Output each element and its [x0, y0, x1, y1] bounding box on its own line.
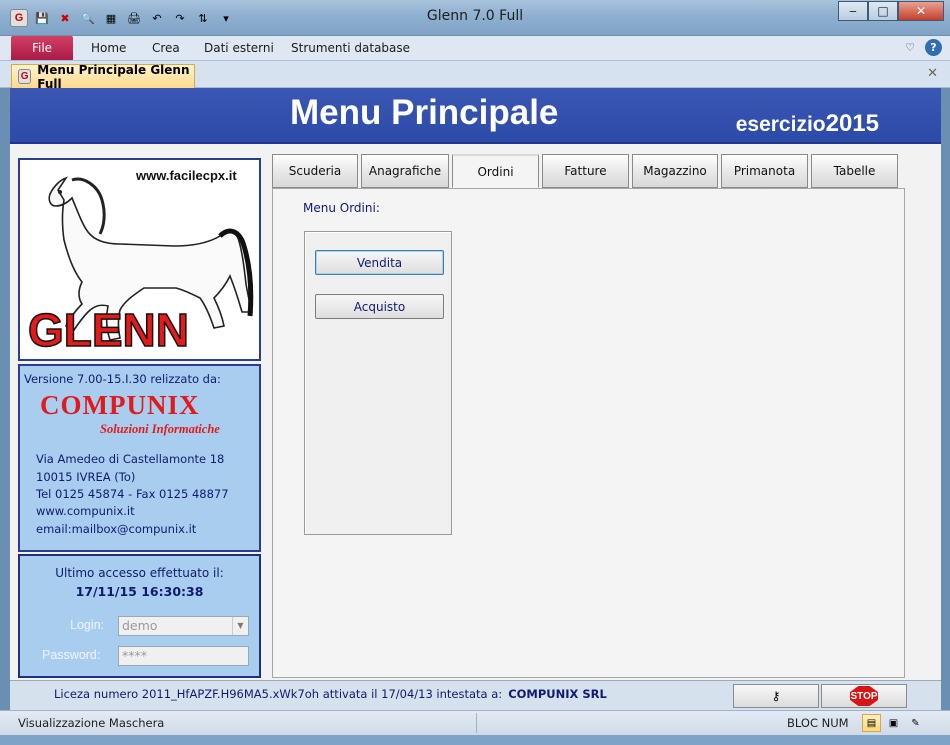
minimize-button[interactable]: ‒ — [838, 1, 868, 21]
document-tab[interactable]: G Menu Principale Glenn Full — [11, 62, 195, 91]
login-panel: Ultimo accesso effettuato il: 17/11/15 1… — [18, 554, 261, 678]
stop-button[interactable]: STOP — [821, 684, 907, 708]
licensee-name: COMPUNIX SRL — [508, 687, 607, 701]
license-footer: Liceza numero 2011_HfAPZF.H96MA5.xWk7oh … — [10, 680, 941, 710]
document-tab-strip: G Menu Principale Glenn Full ✕ — [0, 61, 950, 91]
tab-primanota[interactable]: Primanota — [721, 154, 808, 188]
tab-strumenti-database[interactable]: Strumenti database — [291, 41, 410, 55]
glenn-logo: www.facilecpx.it GLENN — [18, 158, 261, 361]
company-name: COMPUNIX — [40, 390, 200, 420]
window-title: Glenn 7.0 Full — [426, 8, 524, 24]
tab-magazzino[interactable]: Magazzino — [632, 154, 718, 188]
license-text: Liceza numero 2011_HfAPZF.H96MA5.xWk7oh … — [54, 687, 607, 701]
acquisto-button[interactable]: Acquisto — [315, 294, 444, 319]
form-view-icon[interactable]: ▤ — [862, 714, 881, 732]
last-access-timestamp: 17/11/15 16:30:38 — [75, 584, 204, 599]
document-tab-label: Menu Principale Glenn Full — [37, 62, 190, 91]
password-label: Password: — [42, 648, 100, 662]
fiscal-year-value: 2015 — [825, 110, 879, 137]
logo-glenn: GLENN — [27, 303, 190, 357]
num-lock-indicator: BLOC NUM — [787, 716, 849, 730]
password-value: **** — [122, 648, 147, 663]
company-subtitle: Soluzioni Informatiche — [100, 422, 220, 436]
address-line: 10015 IVREA (To) — [36, 470, 136, 484]
version-text: Versione 7.00-15.I.30 relizzato da: — [24, 372, 221, 386]
logo-url: www.facilecpx.it — [136, 168, 237, 183]
company-info-panel: Versione 7.00-15.I.30 relizzato da: COMP… — [18, 364, 261, 552]
title-bar: G 💾 ✖ 🔍 ▦ 🖨 ↶ ↷ ⇅ ▾ Glenn 7.0 Full ‒ □ ✕ — [0, 0, 950, 36]
layout-view-icon[interactable]: ▣ — [884, 714, 903, 732]
fiscal-year-label: esercizio — [735, 113, 826, 136]
login-label: Login: — [70, 618, 104, 632]
document-close-icon[interactable]: ✕ — [927, 66, 938, 81]
main-menu-form: Menu Principale esercizio2015 www.facile… — [10, 88, 941, 710]
tab-anagrafiche[interactable]: Anagrafiche — [361, 154, 449, 188]
menu-ordini-label: Menu Ordini: — [303, 201, 380, 215]
password-field[interactable]: **** — [118, 646, 249, 666]
vendita-button[interactable]: Vendita — [315, 250, 444, 275]
phone-line: Tel 0125 45874 - Fax 0125 48877 — [36, 487, 229, 501]
form-icon: G — [18, 69, 32, 84]
help-icon[interactable]: ? — [925, 39, 942, 56]
tab-scuderia[interactable]: Scuderia — [272, 154, 358, 188]
status-message: Visualizzazione Maschera — [18, 716, 165, 730]
key-button[interactable]: ⚷ — [733, 684, 819, 708]
close-button[interactable]: ✕ — [898, 1, 944, 21]
last-access-label: Ultimo accesso effettuato il: — [55, 566, 224, 580]
ordini-tab-page: Menu Ordini: Vendita Acquisto — [272, 188, 905, 678]
design-view-icon[interactable]: ✎ — [906, 714, 925, 732]
address-line: Via Amedeo di Castellamonte 18 — [36, 452, 225, 466]
view-switcher: ▤ ▣ ✎ — [862, 714, 925, 732]
form-header: Menu Principale esercizio2015 — [10, 88, 941, 144]
tab-fatture[interactable]: Fatture — [542, 154, 629, 188]
email-line: email:mailbox@compunix.it — [36, 522, 197, 536]
stop-icon: STOP — [850, 686, 878, 706]
tab-ordini[interactable]: Ordini — [452, 154, 539, 188]
window-bottom-edge — [0, 735, 950, 745]
tab-tabelle[interactable]: Tabelle — [811, 154, 898, 188]
tab-crea[interactable]: Crea — [152, 41, 180, 55]
ribbon: File Home Crea Dati esterni Strumenti da… — [0, 36, 950, 61]
license-number: Liceza numero 2011_HfAPZF.H96MA5.xWk7oh … — [54, 687, 503, 701]
file-tab[interactable]: File — [11, 36, 73, 60]
login-label-text: Login: — [70, 618, 105, 632]
tab-home[interactable]: Home — [91, 41, 126, 55]
window-controls: ‒ □ ✕ — [838, 1, 944, 21]
key-icon: ⚷ — [771, 689, 781, 703]
login-combobox[interactable]: demo ▼ — [118, 616, 249, 636]
status-bar: Visualizzazione Maschera BLOC NUM ▤ ▣ ✎ — [0, 710, 950, 735]
login-value: demo — [122, 618, 158, 633]
page-title: Menu Principale — [290, 93, 559, 132]
minimize-ribbon-icon[interactable]: ♡ — [905, 41, 915, 54]
password-label-text: Password: — [42, 648, 101, 662]
website-line: www.compunix.it — [36, 504, 135, 518]
chevron-down-icon[interactable]: ▼ — [232, 617, 248, 635]
fiscal-year: esercizio2015 — [736, 110, 879, 138]
ordini-buttons-box: Vendita Acquisto — [304, 231, 452, 535]
status-separator — [476, 713, 477, 733]
tab-dati-esterni[interactable]: Dati esterni — [204, 41, 274, 55]
maximize-button[interactable]: □ — [868, 1, 898, 21]
